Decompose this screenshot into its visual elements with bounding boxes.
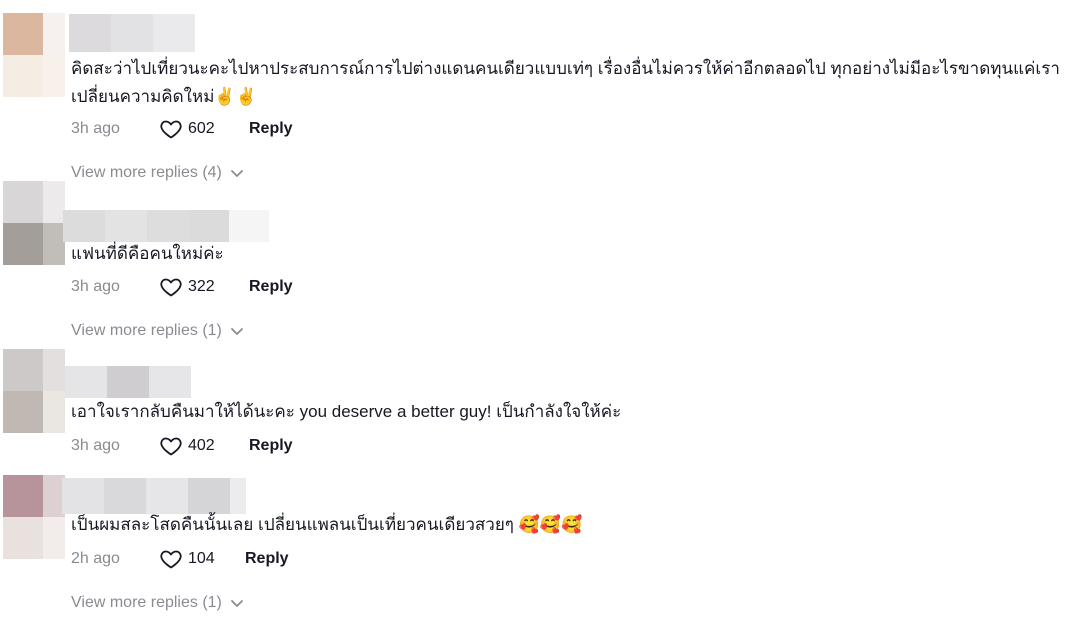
- comment-meta: 3h ago 402 Reply: [71, 433, 293, 459]
- avatar-tile: [43, 517, 65, 559]
- comment-meta: 3h ago 322 Reply: [71, 274, 293, 300]
- like-count: 322: [188, 278, 215, 295]
- like-button[interactable]: 402: [159, 434, 249, 458]
- view-more-replies[interactable]: View more replies (1): [71, 594, 244, 612]
- like-button[interactable]: 104: [159, 547, 245, 571]
- username-blurred[interactable]: [69, 14, 195, 52]
- reply-button[interactable]: Reply: [249, 278, 293, 296]
- heart-icon: [160, 278, 182, 297]
- chevron-down-icon: [230, 600, 243, 608]
- view-more-replies-label: View more replies (1): [71, 322, 222, 339]
- avatar-tile: [3, 181, 43, 223]
- view-more-replies-label: View more replies (4): [71, 164, 222, 181]
- reply-button[interactable]: Reply: [245, 550, 289, 568]
- view-more-replies[interactable]: View more replies (1): [71, 322, 244, 340]
- reply-button[interactable]: Reply: [249, 120, 293, 138]
- avatar-tile: [3, 55, 43, 97]
- like-count: 402: [188, 437, 215, 454]
- avatar-tile: [3, 391, 43, 433]
- avatar[interactable]: [3, 181, 65, 265]
- avatar[interactable]: [3, 475, 65, 559]
- avatar-tile: [3, 517, 43, 559]
- avatar-tile: [3, 349, 43, 391]
- username-blurred[interactable]: [63, 210, 269, 242]
- comment-text: คิดสะว่าไปเที่ยวนะคะไปหาประสบการณ์การไปต…: [71, 59, 1060, 106]
- comment-time: 2h ago: [71, 550, 120, 567]
- avatar-tile: [43, 349, 65, 391]
- avatar-tile: [3, 223, 43, 265]
- avatar-tile: [3, 475, 43, 517]
- chevron-down-icon: [230, 170, 243, 178]
- username-blurred[interactable]: [62, 478, 246, 514]
- comment-meta: 3h ago 602 Reply: [71, 116, 293, 142]
- comment-time: 3h ago: [71, 437, 120, 454]
- like-count: 602: [188, 120, 215, 137]
- like-button[interactable]: 322: [159, 275, 249, 299]
- comment-time: 3h ago: [71, 278, 120, 295]
- like-count: 104: [188, 550, 215, 567]
- reply-button[interactable]: Reply: [249, 437, 293, 455]
- username-blurred[interactable]: [65, 366, 191, 398]
- comment-meta: 2h ago 104 Reply: [71, 546, 289, 572]
- view-more-replies[interactable]: View more replies (4): [71, 164, 244, 182]
- comment-text: แฟนที่ดีคือคนใหม่ค่ะ: [71, 244, 224, 263]
- avatar-tile: [43, 13, 65, 55]
- heart-icon: [160, 437, 182, 456]
- comment-time: 3h ago: [71, 120, 120, 137]
- avatar-tile: [3, 13, 43, 55]
- heart-icon: [160, 550, 182, 569]
- comment-text: เอาใจเรากลับคืนมาให้ได้นะคะ you deserve …: [71, 402, 622, 421]
- comment-text: เป็นผมสละโสดคืนนั้นเลย เปลี่ยนแพลนเป็นเท…: [71, 515, 583, 534]
- view-more-replies-label: View more replies (1): [71, 594, 222, 611]
- heart-icon: [160, 120, 182, 139]
- like-button[interactable]: 602: [159, 117, 249, 141]
- avatar-tile: [43, 391, 65, 433]
- avatar-tile: [43, 55, 65, 97]
- avatar-tile: [43, 223, 65, 265]
- avatar[interactable]: [3, 349, 65, 433]
- chevron-down-icon: [230, 328, 243, 336]
- avatar[interactable]: [3, 13, 65, 97]
- avatar-tile: [43, 181, 65, 223]
